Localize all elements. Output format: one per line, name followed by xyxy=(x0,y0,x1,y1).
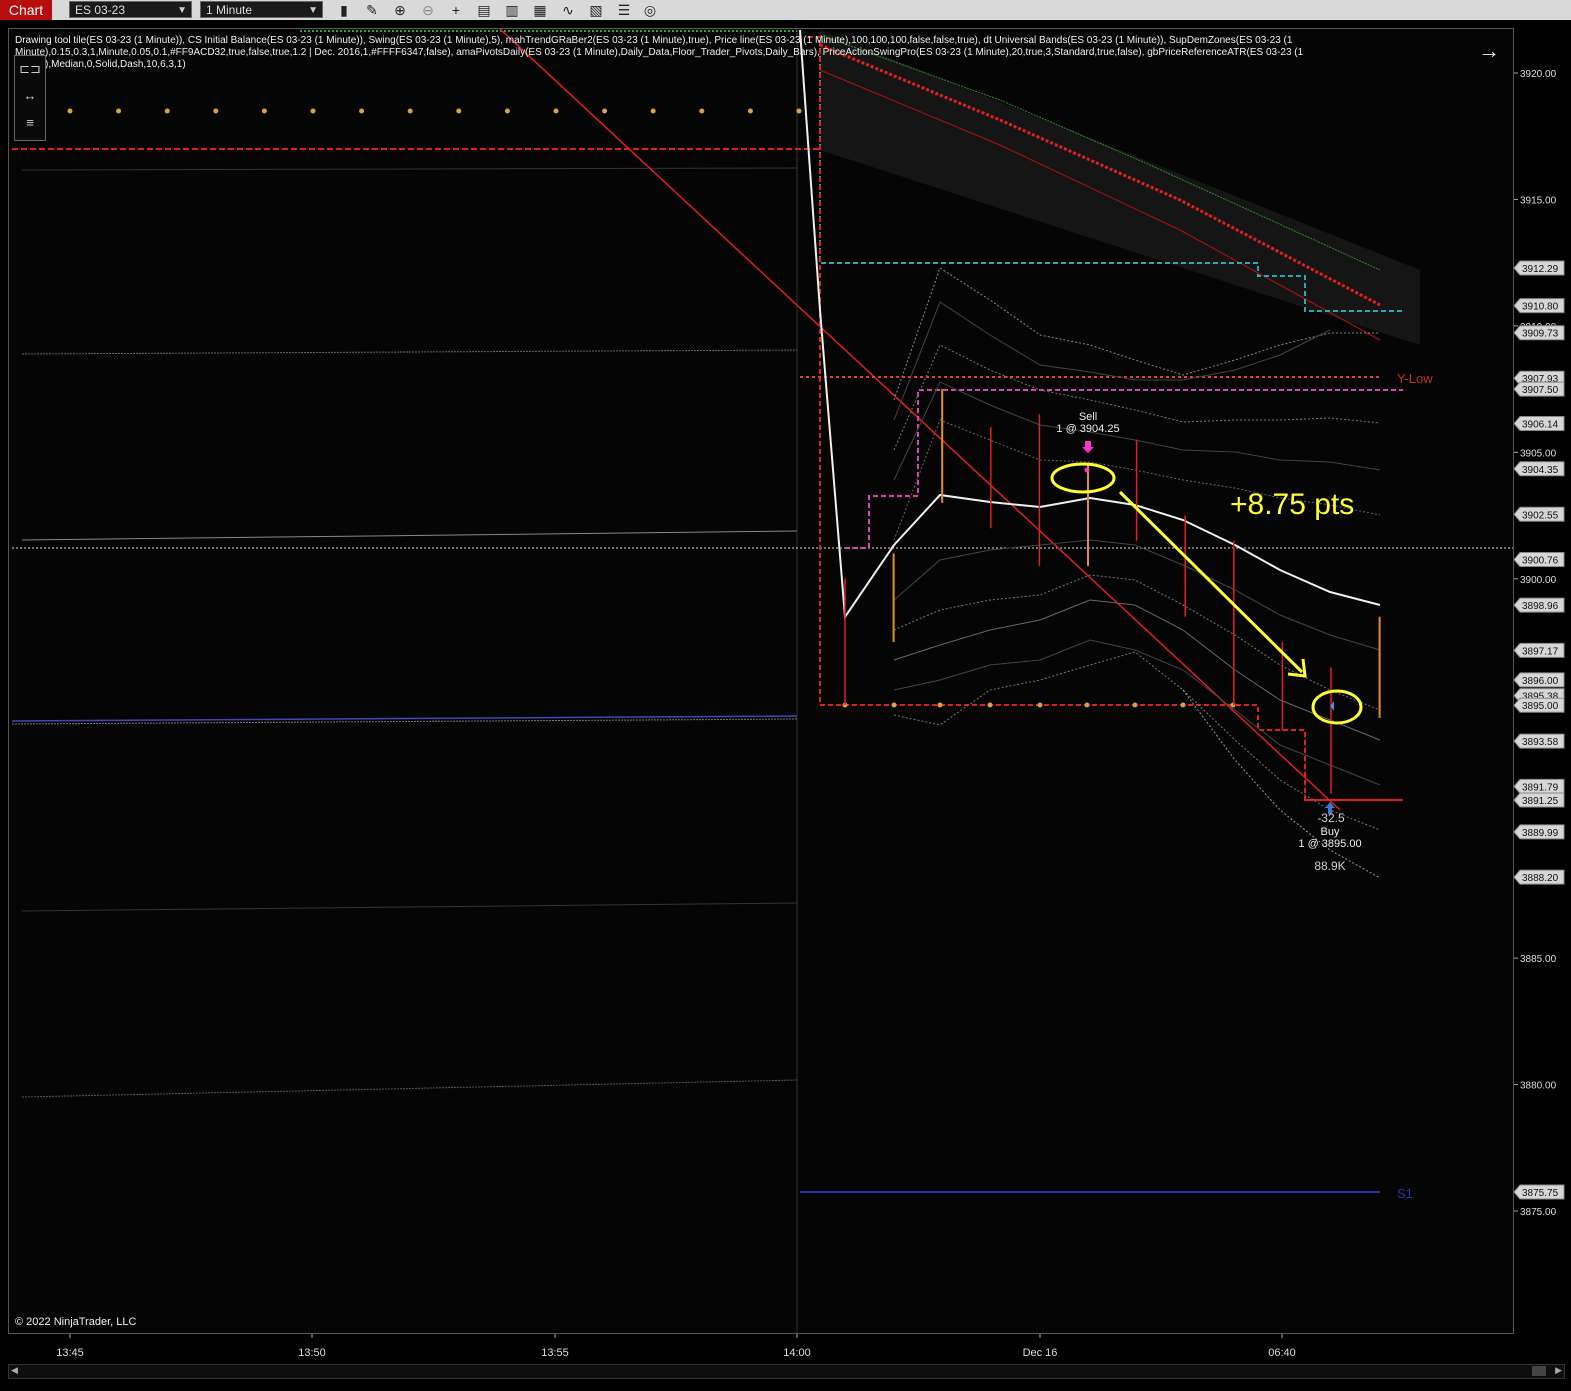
y-low-label: Y-Low xyxy=(1397,371,1433,386)
swing-dot xyxy=(937,702,943,708)
level-line xyxy=(21,167,798,171)
swing-dots-top xyxy=(67,108,802,114)
buy-label: Buy xyxy=(1321,826,1340,838)
swing-dot xyxy=(359,108,365,114)
buy-detail: 1 @ 3895.00 xyxy=(1298,838,1361,850)
band-fill xyxy=(820,30,1420,345)
band-grey xyxy=(893,539,1381,651)
swing-dot xyxy=(796,108,802,114)
gain-label: +8.75 pts xyxy=(1230,488,1354,521)
swing-dot xyxy=(747,108,753,114)
sell-label: Sell xyxy=(1079,411,1097,423)
swing-dot xyxy=(407,108,413,114)
swing-dot xyxy=(1084,702,1090,708)
swing-dot xyxy=(164,108,170,114)
swing-dot xyxy=(504,108,510,114)
sell-highlight-circle xyxy=(1050,462,1116,494)
sell-marker-icon xyxy=(1082,441,1094,453)
swing-dot xyxy=(553,108,559,114)
arrow-right-icon[interactable]: → xyxy=(1478,38,1500,64)
price-bars xyxy=(844,389,1381,794)
level-line xyxy=(21,349,798,355)
buy-highlight-circle xyxy=(1311,689,1363,725)
swing-dot xyxy=(261,108,267,114)
volume-label: 88.9K xyxy=(1314,859,1345,873)
level-line xyxy=(21,530,798,541)
level-line xyxy=(21,902,798,912)
s1-label: S1 xyxy=(1397,1186,1413,1201)
swing-dot xyxy=(1132,702,1138,708)
menu-icon[interactable]: ≡ xyxy=(19,114,41,132)
swing-dot xyxy=(699,108,705,114)
swing-dot xyxy=(650,108,656,114)
band-grey xyxy=(893,301,1331,421)
swing-dot xyxy=(213,108,219,114)
sell-detail: 1 @ 3904.25 xyxy=(1056,423,1119,435)
swing-dot xyxy=(456,108,462,114)
buy-pnl: -32.5 xyxy=(1317,811,1345,825)
swing-dot xyxy=(116,108,122,114)
swing-dot xyxy=(891,702,897,708)
swing-dot xyxy=(602,108,608,114)
band-grey xyxy=(893,639,1381,786)
price-chart[interactable]: +8.75 pts Sell 1 @ 3904.25 -32.5 Buy 1 @… xyxy=(0,0,1571,1391)
zone-magenta xyxy=(845,389,1403,549)
swing-dot xyxy=(67,108,73,114)
ruler-icon[interactable]: ⊏⊐ xyxy=(19,60,41,78)
copyright-text: © 2022 NinjaTrader, LLC xyxy=(15,1316,137,1328)
sell-fill-dot xyxy=(1084,467,1090,473)
swing-dot xyxy=(1180,702,1186,708)
swing-dot xyxy=(1037,702,1043,708)
band-grey xyxy=(893,574,1381,711)
horizontal-arrows-icon[interactable]: ↔ xyxy=(19,87,41,105)
indicator-legend: Drawing tool tile(ES 03-23 (1 Minute)), … xyxy=(15,35,1304,70)
swing-dot xyxy=(987,702,993,708)
drawing-tool-tile: ⊏⊐ ↔ ≡ xyxy=(14,55,46,141)
swing-dot xyxy=(310,108,316,114)
level-line xyxy=(21,1079,798,1098)
